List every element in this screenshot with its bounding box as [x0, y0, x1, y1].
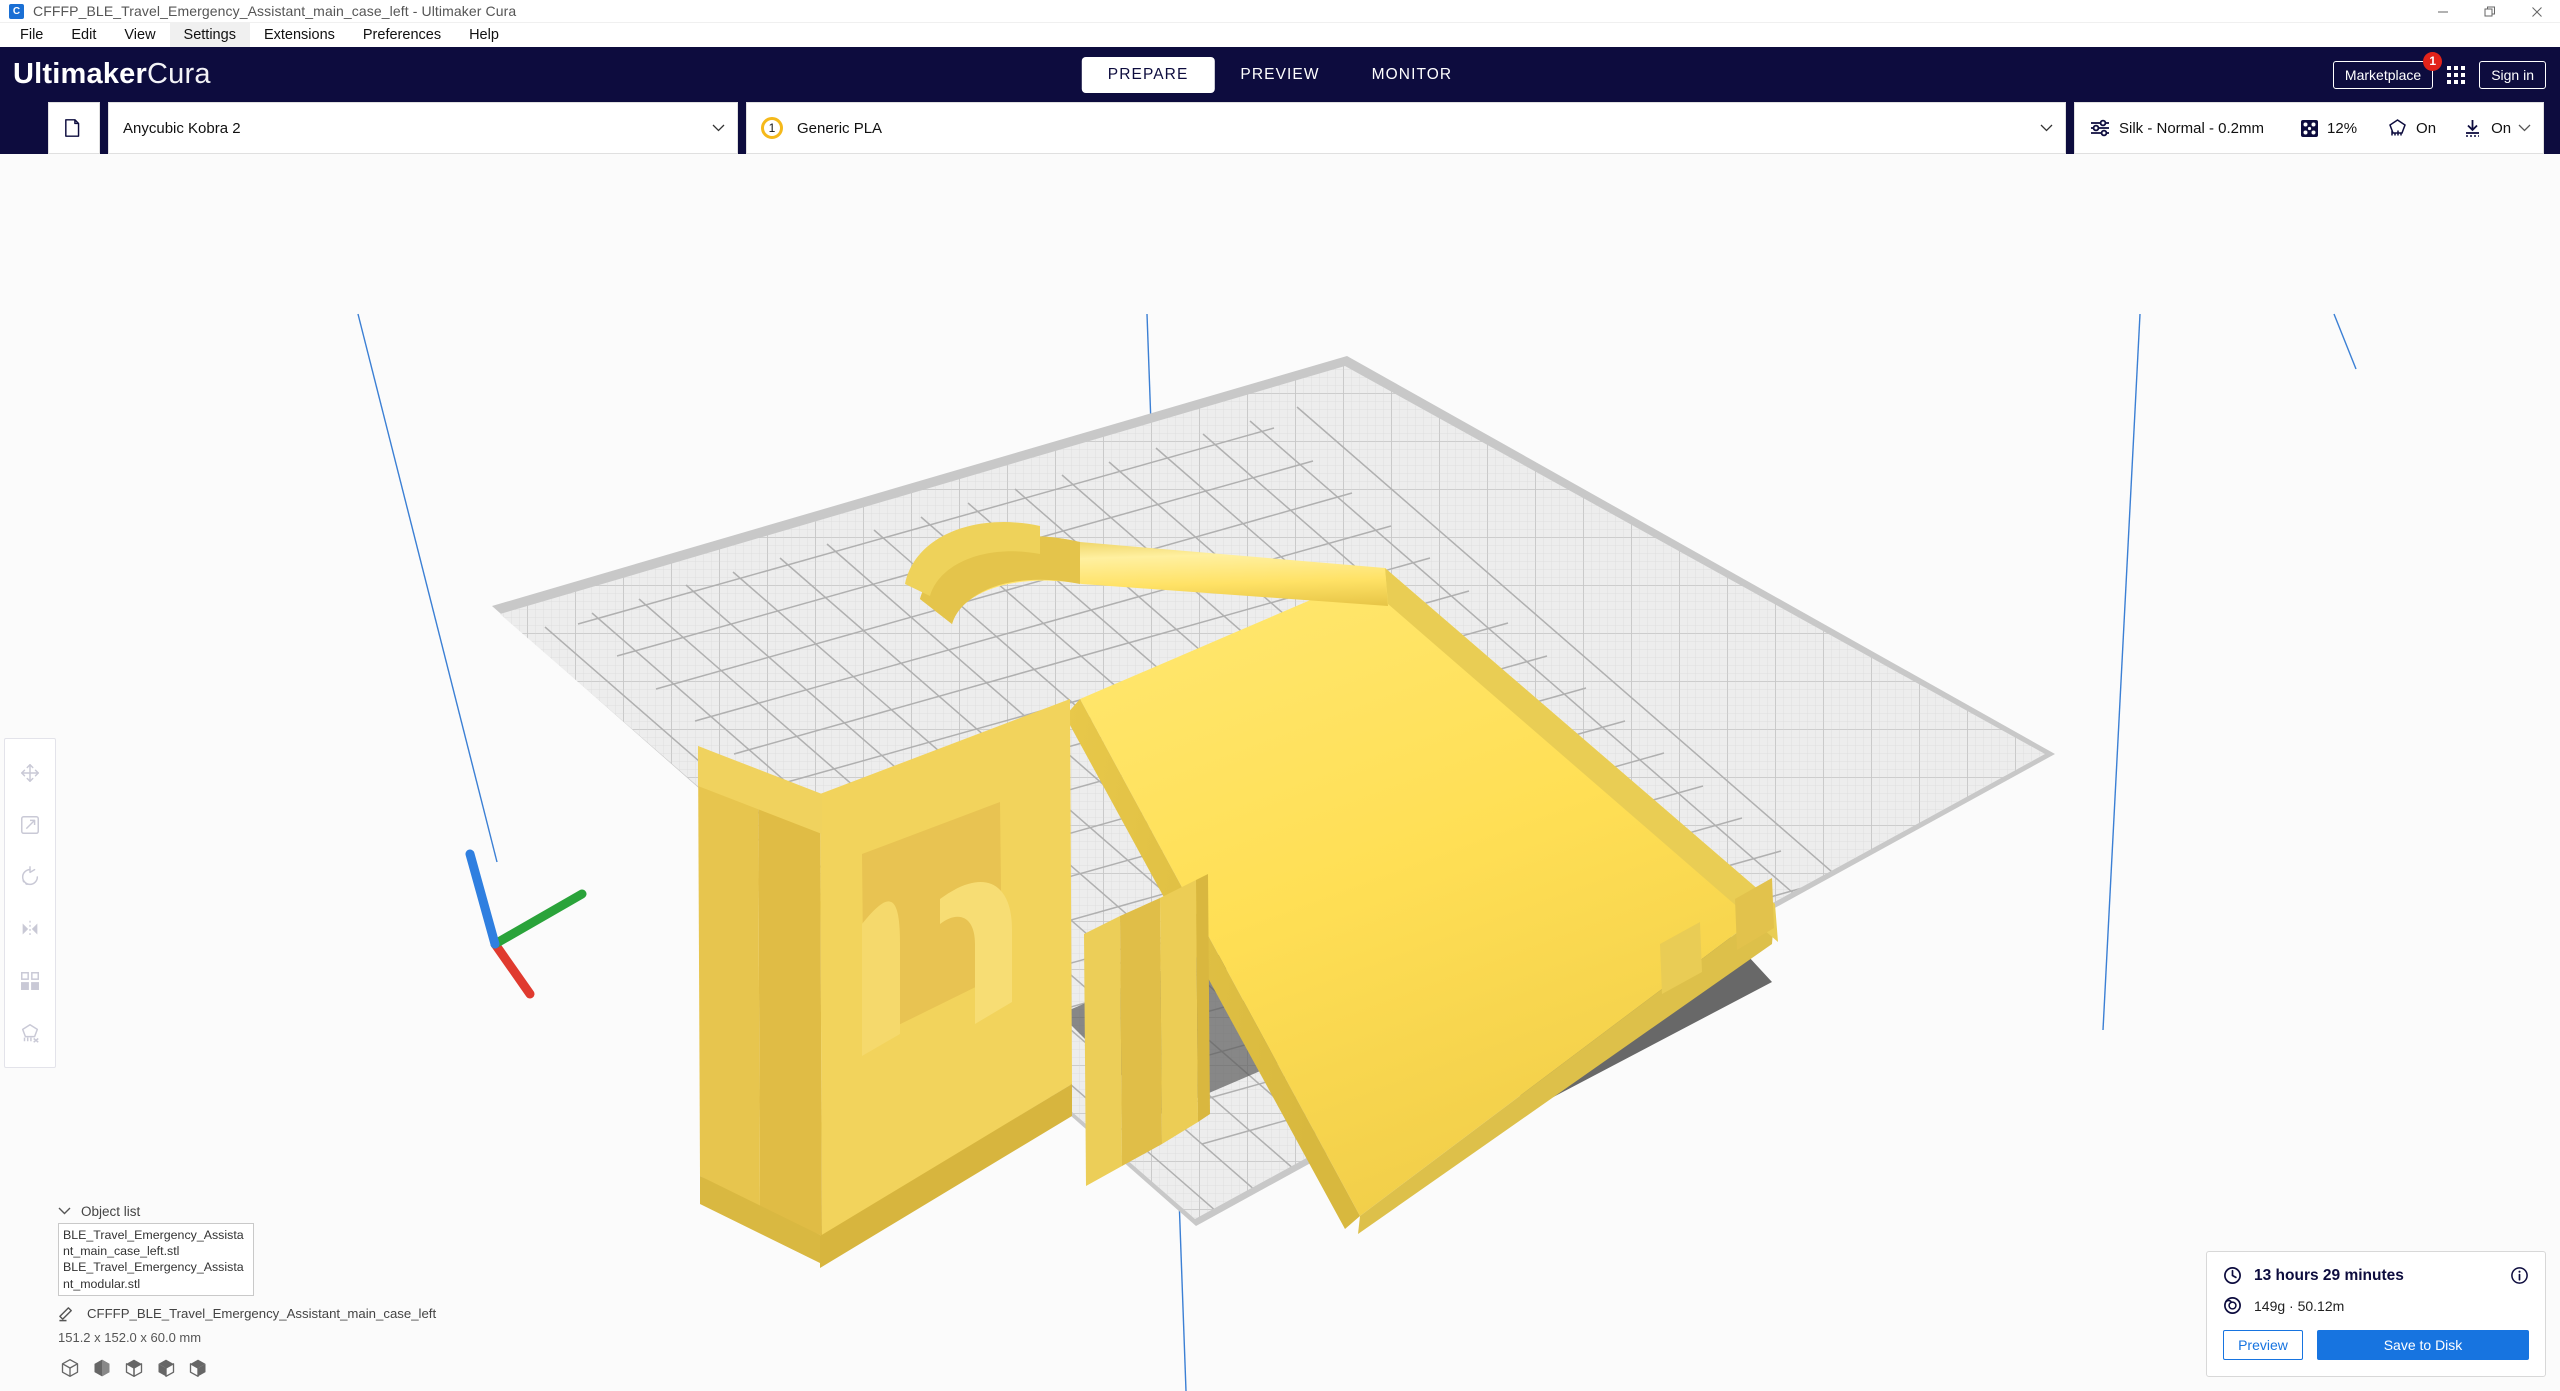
open-file-button[interactable] [48, 102, 100, 154]
infill-icon [2300, 119, 2319, 138]
apps-grid-icon[interactable] [2447, 66, 2465, 84]
material-name: Generic PLA [797, 120, 882, 137]
menu-file[interactable]: File [6, 23, 57, 47]
menu-bar: File Edit View Settings Extensions Prefe… [0, 23, 2560, 47]
object-list-title: Object list [81, 1204, 140, 1219]
app-logo: UltimakerCura [13, 58, 211, 91]
model-tools-panel [4, 738, 56, 1068]
menu-edit[interactable]: Edit [57, 23, 110, 47]
print-settings-sliders-icon [2089, 118, 2111, 138]
support-group: On [2387, 118, 2436, 138]
adhesion-value: On [2491, 120, 2511, 137]
menu-settings[interactable]: Settings [170, 23, 250, 47]
print-time-value: 13 hours 29 minutes [2254, 1267, 2404, 1285]
info-icon[interactable] [2510, 1266, 2529, 1290]
infill-group: 12% [2300, 119, 2357, 138]
project-name-row[interactable]: CFFFP_BLE_Travel_Emergency_Assistant_mai… [58, 1305, 436, 1322]
printer-name: Anycubic Kobra 2 [123, 120, 241, 137]
axis-indicator [470, 854, 582, 994]
per-model-settings-icon [19, 970, 41, 992]
window-controls [2419, 0, 2560, 23]
support-value: On [2416, 120, 2436, 137]
cura-icon: C [9, 4, 24, 19]
marketplace-notification-badge: 1 [2423, 52, 2442, 71]
rotate-icon [19, 866, 41, 888]
support-icon [2387, 118, 2408, 138]
printer-selector[interactable]: Anycubic Kobra 2 [108, 102, 738, 154]
view-front-icon[interactable] [92, 1358, 112, 1383]
app-header: UltimakerCura PREPARE PREVIEW MONITOR Ma… [0, 47, 2560, 102]
menu-help[interactable]: Help [455, 23, 513, 47]
support-blocker-tool[interactable] [4, 1007, 56, 1059]
per-model-settings-tool[interactable] [4, 955, 56, 1007]
material-usage-value: 149g · 50.12m [2254, 1298, 2344, 1314]
logo-ultimaker: Ultimaker [13, 58, 147, 90]
support-blocker-icon [19, 1022, 41, 1044]
marketplace-button[interactable]: Marketplace [2333, 61, 2433, 89]
mirror-icon [19, 918, 41, 940]
sign-in-button[interactable]: Sign in [2479, 61, 2546, 89]
print-info-card: 13 hours 29 minutes 149g · 50.12m Previe… [2206, 1251, 2546, 1377]
material-selector[interactable]: 1 Generic PLA [746, 102, 2066, 154]
adhesion-icon [2462, 118, 2483, 138]
clock-icon [2223, 1266, 2242, 1285]
print-time-row: 13 hours 29 minutes [2223, 1266, 2529, 1285]
move-tool[interactable] [4, 747, 56, 799]
header-right-controls: Marketplace 1 Sign in [2333, 61, 2546, 89]
tab-monitor[interactable]: MONITOR [1346, 57, 1479, 93]
pencil-icon [58, 1305, 75, 1322]
3d-viewport[interactable]: Object list BLE_Travel_Emergency_Assista… [0, 154, 2560, 1391]
open-folder-icon [63, 118, 85, 138]
main-tabs: PREPARE PREVIEW MONITOR [1082, 57, 1478, 93]
restore-button[interactable] [2466, 0, 2513, 23]
logo-cura: Cura [147, 58, 211, 90]
adhesion-group: On [2462, 118, 2511, 138]
preview-button[interactable]: Preview [2223, 1330, 2303, 1360]
chevron-down-icon [712, 124, 725, 132]
menu-view[interactable]: View [110, 23, 169, 47]
quality-group: Silk - Normal - 0.2mm [2089, 118, 2264, 138]
title-bar: C CFFFP_BLE_Travel_Emergency_Assistant_m… [0, 0, 2560, 23]
view-buttons [60, 1358, 208, 1383]
view-3d-icon[interactable] [60, 1358, 80, 1383]
window-title: CFFFP_BLE_Travel_Emergency_Assistant_mai… [33, 3, 516, 19]
minimize-button[interactable] [2419, 0, 2466, 23]
object-list-panel: Object list BLE_Travel_Emergency_Assista… [58, 1204, 436, 1346]
extruder-number-badge: 1 [761, 117, 783, 139]
menu-preferences[interactable]: Preferences [349, 23, 455, 47]
view-right-icon[interactable] [188, 1358, 208, 1383]
print-settings-selector[interactable]: Silk - Normal - 0.2mm 12% On [2074, 102, 2544, 154]
chevron-down-icon [58, 1207, 71, 1215]
model-dimensions: 151.2 x 152.0 x 60.0 mm [58, 1330, 436, 1345]
marketplace-wrapper: Marketplace 1 [2333, 61, 2433, 89]
view-top-icon[interactable] [124, 1358, 144, 1383]
list-item[interactable]: BLE_Travel_Emergency_Assistant_modular.s… [63, 1259, 249, 1292]
quality-profile-label: Silk - Normal - 0.2mm [2119, 120, 2264, 137]
menu-extensions[interactable]: Extensions [250, 23, 349, 47]
scale-icon [19, 814, 41, 836]
infill-value: 12% [2327, 120, 2357, 137]
scale-tool[interactable] [4, 799, 56, 851]
print-actions: Preview Save to Disk [2223, 1330, 2529, 1360]
rotate-tool[interactable] [4, 851, 56, 903]
object-list-box[interactable]: BLE_Travel_Emergency_Assistant_main_case… [58, 1223, 254, 1297]
list-item[interactable]: BLE_Travel_Emergency_Assistant_main_case… [63, 1227, 249, 1260]
view-left-icon[interactable] [156, 1358, 176, 1383]
move-icon [19, 762, 41, 784]
save-to-disk-button[interactable]: Save to Disk [2317, 1330, 2529, 1360]
material-usage-row: 149g · 50.12m [2223, 1296, 2529, 1315]
chevron-down-icon [2040, 124, 2053, 132]
object-list-header[interactable]: Object list [58, 1204, 436, 1219]
close-button[interactable] [2513, 0, 2560, 23]
chevron-down-icon [2518, 124, 2531, 132]
config-toolbar: Anycubic Kobra 2 1 Generic PLA Silk - No… [0, 102, 2560, 154]
tab-preview[interactable]: PREVIEW [1214, 57, 1345, 93]
mirror-tool[interactable] [4, 903, 56, 955]
project-name: CFFFP_BLE_Travel_Emergency_Assistant_mai… [87, 1306, 436, 1321]
spool-icon [2223, 1296, 2242, 1315]
tab-prepare[interactable]: PREPARE [1082, 57, 1215, 93]
